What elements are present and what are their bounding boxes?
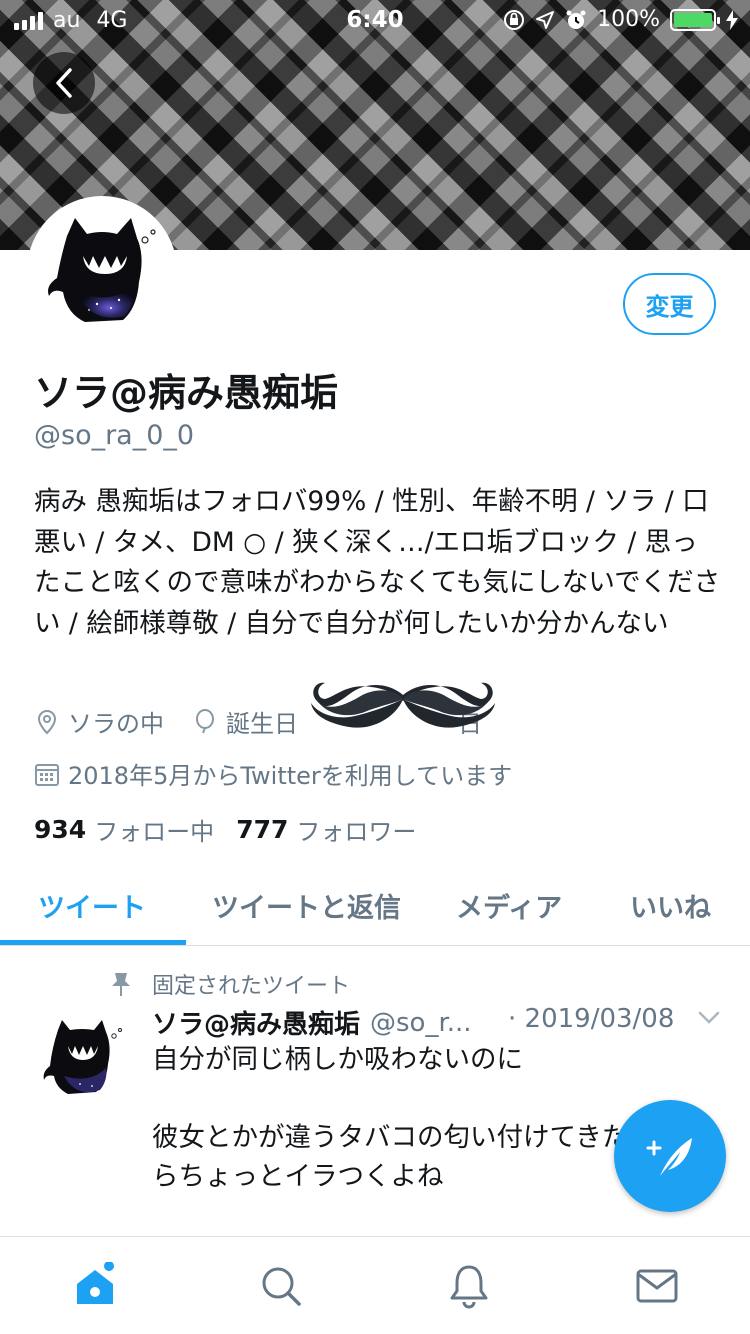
compose-feather-icon [646,1138,692,1176]
back-button[interactable] [33,52,95,114]
charging-bolt-icon [726,9,738,30]
followers-count[interactable]: 777 [236,815,288,844]
tweet-author-handle[interactable]: @so_r... [370,1008,472,1038]
bottom-tab-bar [0,1236,750,1334]
orientation-lock-icon [504,9,525,30]
profile-joined: 2018年5月からTwitterを利用しています [34,756,512,791]
location-text: ソラの中 [68,710,164,738]
tweet-date: · 2019/03/08 [508,1004,675,1034]
balloon-icon [196,708,214,733]
profile-bio: 病み 愚痴垢はフォロバ99% / 性別、年齢不明 / ソラ / 口悪い / タメ… [34,486,721,639]
tweet-text: 自分が同じ柄しか吸わないのに 彼女とかが違うタバコの匂い付けてきたらちょっとイラ… [152,1044,629,1192]
location-pin-icon [37,709,57,734]
location-arrow-icon [536,10,555,29]
tweet-author-name[interactable]: ソラ@病み愚痴垢 [152,1004,360,1041]
followers-label[interactable]: フォロワー [296,812,416,847]
battery-icon [670,8,720,31]
profile-name: ソラ@病み愚痴垢 [34,371,339,415]
pinned-indicator: 固定されたツイート [110,968,350,1000]
calendar-icon [35,763,59,786]
following-count[interactable]: 934 [34,815,86,844]
compose-tweet-button[interactable] [614,1100,726,1212]
tweet-avatar[interactable] [40,1018,126,1098]
tab-likes[interactable]: いいね [630,886,711,925]
nav-search[interactable] [256,1261,306,1311]
active-tab-indicator [0,940,186,945]
monster-avatar-image [48,218,156,322]
messages-icon [636,1269,678,1303]
tweet-header: ソラ@病み愚痴垢 @so_r... · 2019/03/08 [152,1004,722,1041]
tab-tweets[interactable]: ツイート [38,886,146,925]
notifications-icon [450,1265,488,1309]
nav-home[interactable] [70,1261,120,1311]
alarm-icon [566,10,586,29]
profile-location: ソラの中 [34,704,164,739]
following-label[interactable]: フォロー中 [94,812,214,847]
joined-text: 2018年5月からTwitterを利用しています [68,762,513,790]
home-icon [77,1262,114,1304]
status-bar: au 4G 6:40 100% [0,0,750,40]
chevron-left-icon [56,68,72,98]
battery-percent: 100% [597,7,660,32]
nav-messages[interactable] [632,1261,682,1311]
follow-stats: 934 フォロー中 777 フォロワー [34,812,438,847]
status-bar-right: 100% [503,7,738,32]
birthday-label: 誕生日 [226,710,298,738]
tab-tweets-and-replies[interactable]: ツイートと返信 [212,886,401,925]
pin-icon [112,973,130,996]
chevron-down-icon[interactable] [698,1010,720,1026]
profile-handle: @so_ra_0_0 [34,420,195,451]
profile-avatar[interactable] [27,196,177,346]
profile-tabs: ツイート ツイートと返信 メディア いいね [0,860,750,946]
nav-notifications[interactable] [444,1261,494,1311]
mustache-sticker [311,682,495,728]
search-icon [262,1267,301,1306]
edit-profile-button[interactable]: 変更 [623,273,716,335]
pinned-label: 固定されたツイート [152,974,351,999]
tab-media[interactable]: メディア [456,886,562,925]
